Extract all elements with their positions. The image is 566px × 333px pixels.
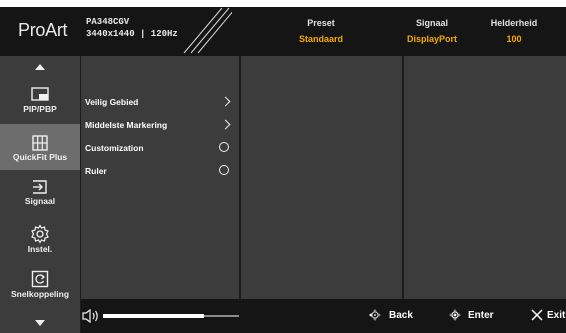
exit-label: Exit bbox=[547, 310, 566, 321]
sidebar-item-label: PIP/PBP bbox=[23, 104, 57, 114]
model-info: PA348CGV 3440x1440 | 120Hz bbox=[86, 16, 178, 40]
sidebar-item-instel[interactable]: Instel. bbox=[0, 219, 80, 261]
preset-label: Preset bbox=[307, 18, 335, 28]
close-icon bbox=[531, 309, 543, 321]
back-label: Back bbox=[389, 310, 413, 321]
chevron-right-icon bbox=[220, 96, 231, 107]
brightness-value: 100 bbox=[506, 34, 522, 44]
options-column bbox=[241, 56, 402, 299]
menu-item-middelste-markering[interactable]: Middelste Markering bbox=[81, 116, 239, 136]
joystick-left-icon bbox=[369, 309, 381, 321]
slash-decoration bbox=[183, 7, 232, 54]
exit-button[interactable]: Exit bbox=[530, 307, 566, 323]
menu-item-veilig-gebied[interactable]: Veilig Gebied bbox=[81, 93, 239, 113]
enter-label: Enter bbox=[468, 310, 494, 321]
menu-item-label: Customization bbox=[85, 143, 144, 153]
detail-column bbox=[404, 56, 566, 299]
sidebar-item-quickfit-plus[interactable]: QuickFit Plus bbox=[0, 124, 80, 170]
menu-item-label: Middelste Markering bbox=[85, 120, 168, 130]
preset-value: Standaard bbox=[298, 34, 343, 44]
joystick-press-icon bbox=[449, 309, 461, 321]
brightness-status: Helderheid 100 bbox=[459, 15, 566, 47]
speaker-icon bbox=[82, 308, 98, 324]
menu-item-label: Veilig Gebied bbox=[85, 97, 139, 107]
scroll-up-arrow-icon[interactable] bbox=[35, 64, 45, 70]
sidebar: PIP/PBP QuickFit Plus Signaal Instel. Sn… bbox=[0, 56, 80, 333]
sidebar-item-label: Instel. bbox=[27, 244, 53, 254]
submenu-column: Veilig Gebied Middelste Markering Custom… bbox=[81, 56, 239, 299]
osd-menu: ProArt PA348CGV 3440x1440 | 120Hz Preset… bbox=[0, 7, 566, 333]
shortcut-icon bbox=[31, 270, 49, 288]
sidebar-item-label: Snelkoppeling bbox=[10, 289, 70, 299]
menu-item-customization[interactable]: Customization bbox=[81, 139, 239, 159]
volume-level-fill bbox=[103, 314, 204, 318]
pip-icon bbox=[31, 87, 49, 101]
enter-button[interactable]: Enter bbox=[447, 307, 509, 323]
osd-footer: Back Enter Exit bbox=[81, 299, 566, 333]
sidebar-item-snelkoppeling[interactable]: Snelkoppeling bbox=[0, 265, 80, 307]
radio-button[interactable] bbox=[219, 165, 229, 175]
scroll-down-arrow-icon[interactable] bbox=[35, 320, 45, 326]
chevron-right-icon bbox=[220, 119, 231, 130]
brightness-label: Helderheid bbox=[490, 18, 538, 28]
menu-item-label: Ruler bbox=[85, 166, 107, 176]
input-icon bbox=[33, 180, 47, 194]
resolution-info: 3440x1440 | 120Hz bbox=[86, 29, 178, 39]
back-button[interactable]: Back bbox=[367, 307, 425, 323]
osd-header: ProArt PA348CGV 3440x1440 | 120Hz Preset… bbox=[0, 7, 566, 56]
model-name: PA348CGV bbox=[86, 17, 130, 27]
brand-logo: ProArt bbox=[18, 20, 68, 40]
sidebar-item-signaal[interactable]: Signaal bbox=[0, 174, 80, 214]
sidebar-item-label: Signaal bbox=[24, 196, 56, 206]
top-cropped-strip bbox=[0, 0, 566, 7]
preset-status: Preset Standaard bbox=[266, 15, 376, 47]
sidebar-item-pip-pbp[interactable]: PIP/PBP bbox=[0, 81, 80, 123]
grid-icon bbox=[32, 135, 48, 151]
sidebar-item-label: QuickFit Plus bbox=[12, 152, 68, 162]
radio-button[interactable] bbox=[219, 142, 229, 152]
volume-slider[interactable] bbox=[103, 314, 239, 318]
menu-item-ruler[interactable]: Ruler bbox=[81, 162, 239, 182]
gear-icon bbox=[31, 224, 49, 244]
